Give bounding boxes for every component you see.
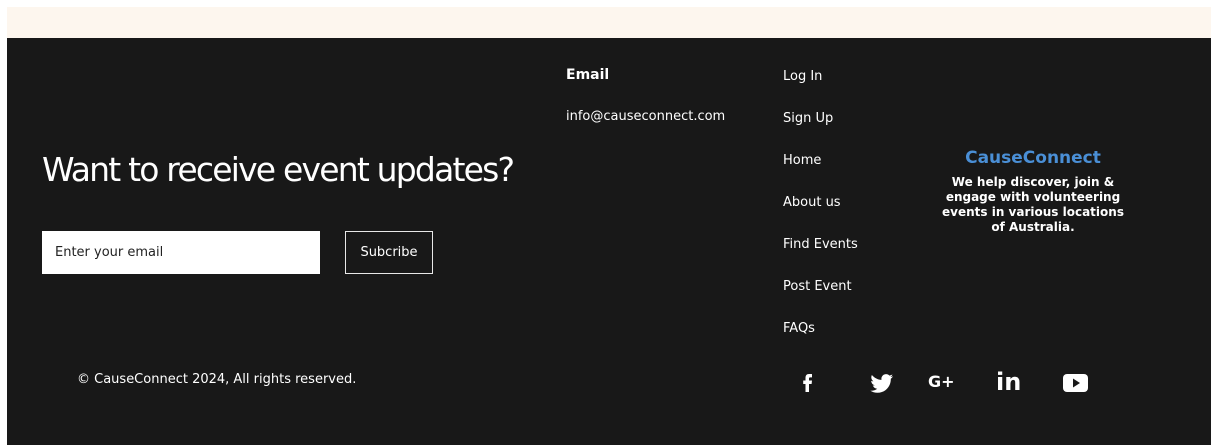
nav-link-faqs[interactable]: FAQs bbox=[783, 321, 815, 336]
nav-item-sign-up: Sign Up bbox=[783, 109, 858, 151]
google-plus-icon[interactable]: G+ bbox=[928, 366, 962, 398]
nav-item-post-event: Post Event bbox=[783, 277, 858, 319]
nav-link-post-event[interactable]: Post Event bbox=[783, 279, 852, 294]
nav-link-sign-up[interactable]: Sign Up bbox=[783, 111, 833, 126]
nav-item-log-in: Log In bbox=[783, 67, 858, 109]
email-address-link[interactable]: info@causeconnect.com bbox=[566, 109, 725, 124]
nav-link-home[interactable]: Home bbox=[783, 153, 821, 168]
footer-nav: Log In Sign Up Home About us Find Events… bbox=[783, 67, 858, 361]
nav-item-about-us: About us bbox=[783, 193, 858, 235]
brand-description: We help discover, join & engage with vol… bbox=[942, 175, 1124, 234]
email-input[interactable] bbox=[42, 231, 320, 274]
copyright-text: © CauseConnect 2024, All rights reserved… bbox=[77, 372, 357, 387]
subscribe-button[interactable]: Subcribe bbox=[345, 231, 433, 274]
nav-item-find-events: Find Events bbox=[783, 235, 858, 277]
youtube-icon[interactable] bbox=[1062, 366, 1090, 398]
nav-item-home: Home bbox=[783, 151, 858, 193]
brand-block: CauseConnect We help discover, join & en… bbox=[935, 148, 1131, 235]
email-heading: Email bbox=[566, 67, 610, 83]
brand-name: CauseConnect bbox=[965, 148, 1101, 168]
nav-item-faqs: FAQs bbox=[783, 319, 858, 361]
nav-link-about-us[interactable]: About us bbox=[783, 195, 841, 210]
linkedin-icon[interactable]: in bbox=[996, 366, 1026, 398]
twitter-icon[interactable] bbox=[869, 366, 895, 398]
site-footer: Want to receive event updates? Subcribe … bbox=[7, 38, 1211, 445]
newsletter-headline: Want to receive event updates? bbox=[42, 150, 515, 189]
social-links: G+ in bbox=[793, 366, 1093, 398]
nav-link-find-events[interactable]: Find Events bbox=[783, 237, 858, 252]
top-band bbox=[7, 7, 1211, 38]
nav-link-log-in[interactable]: Log In bbox=[783, 69, 822, 84]
facebook-icon[interactable] bbox=[800, 366, 814, 398]
